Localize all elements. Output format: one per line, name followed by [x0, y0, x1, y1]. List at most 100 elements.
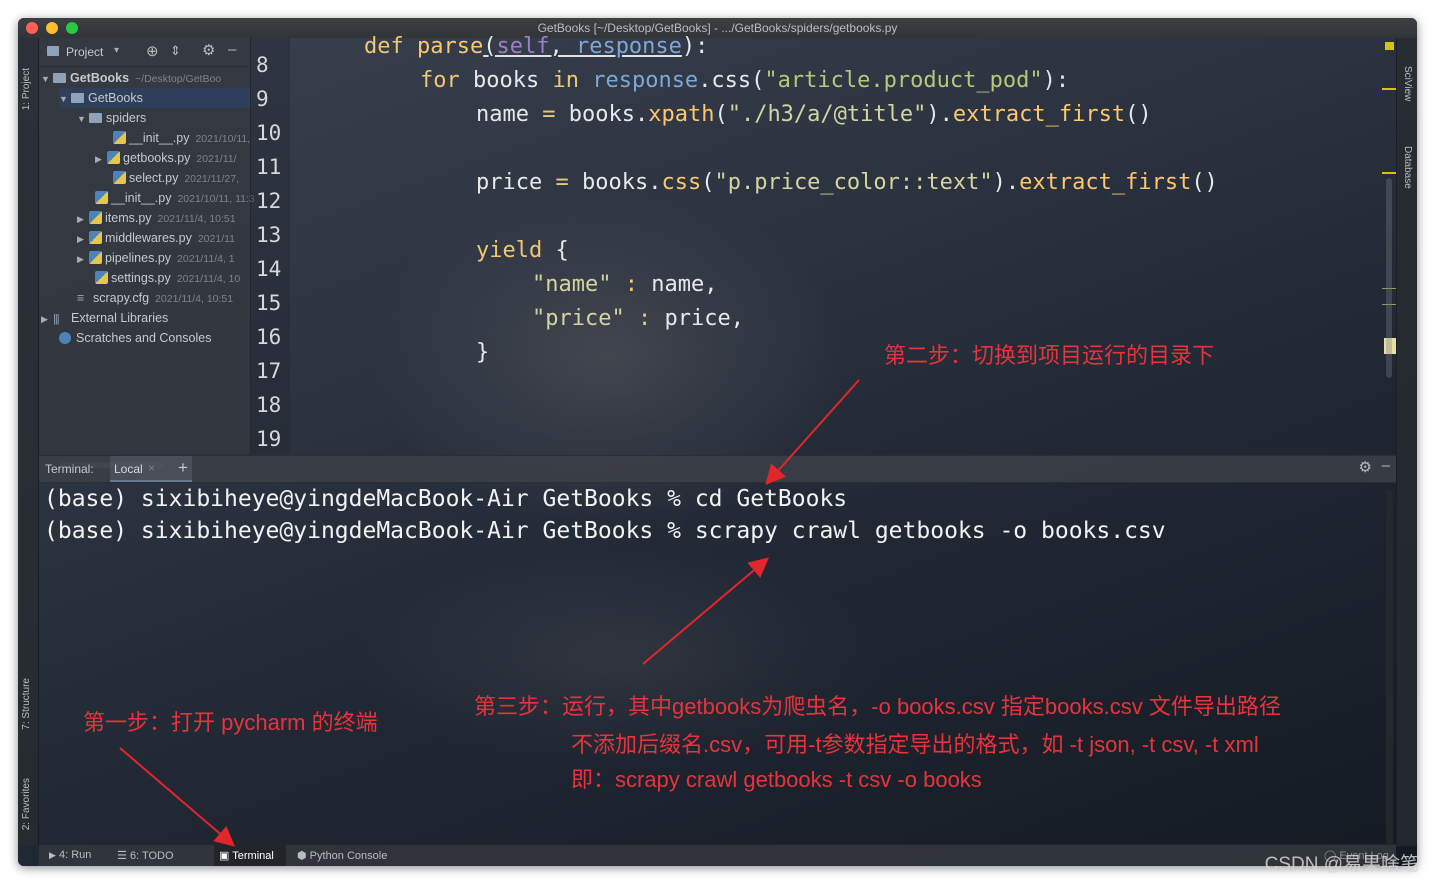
code-line-9[interactable]: for books in response.css("article.produ… [420, 68, 1069, 93]
python-file-icon [107, 151, 120, 164]
tree-file[interactable]: settings.py 2021/11/4, 10 [95, 268, 240, 288]
tree-folder-spiders[interactable]: ▼ spiders [77, 108, 146, 128]
chevron-right-icon[interactable]: ▶ [95, 149, 107, 169]
python-file-icon [95, 271, 108, 284]
close-icon[interactable]: × [148, 461, 155, 475]
tool-tab-todo[interactable]: ☰ 6: TODO [117, 849, 174, 862]
tree-file[interactable]: ≡ scrapy.cfg 2021/11/4, 10:51 [77, 288, 233, 308]
code-line-10[interactable]: name = books.xpath("./h3/a/@title").extr… [476, 102, 1152, 127]
chevron-right-icon[interactable]: ▶ [41, 309, 53, 329]
analysis-status-marker[interactable] [1385, 42, 1394, 50]
left-tool-strip: 1: Project 7: Structure 2: Favorites [18, 38, 39, 846]
tree-file[interactable]: ▶ middlewares.py 2021/11 [77, 228, 235, 248]
chevron-down-icon[interactable]: ▼ [59, 89, 71, 109]
tree-folder-getbooks[interactable]: ▼ GetBooks [59, 88, 250, 108]
code-token: def [364, 34, 417, 59]
tree-file-meta: 2021/11/27, [184, 173, 240, 185]
tree-file-meta: 2021/11 [197, 233, 236, 245]
project-pane: Project ▾ ⊕ ⇕ ⚙ – ▼ GetBooks ~/Desktop/Get… [39, 38, 255, 468]
code-token: extract_first [1019, 170, 1192, 195]
tree-file-meta: 2021/11/4, 10 [176, 273, 241, 285]
code-token: css [661, 170, 702, 195]
chevron-right-icon[interactable]: ▶ [77, 229, 89, 249]
tool-tab-label: 6: TODO [129, 850, 174, 862]
line-number: 11 [256, 155, 282, 179]
error-stripe-mark[interactable] [1382, 172, 1396, 174]
tree-file[interactable]: ▶ pipelines.py 2021/11/4, 1 [77, 248, 235, 268]
window-title: GetBooks [~/Desktop/GetBooks] - .../GetB… [537, 21, 898, 35]
tree-root[interactable]: ▼ GetBooks ~/Desktop/GetBoo [41, 68, 221, 88]
code-line-8[interactable]: def parse(self, response): [364, 34, 708, 59]
code-line-17[interactable]: } [476, 340, 489, 365]
add-terminal-button[interactable]: + [178, 458, 188, 478]
line-number: 13 [256, 223, 282, 247]
project-view-selector[interactable]: Project [66, 45, 103, 59]
chevron-down-icon[interactable]: ▼ [41, 69, 53, 89]
line-number: 9 [256, 87, 269, 111]
code-line-16[interactable]: "price" : price, [532, 306, 744, 331]
hide-panel-icon[interactable]: – [228, 41, 236, 58]
error-stripe-mark[interactable] [1382, 88, 1396, 90]
terminal-icon: ▣ [219, 850, 230, 862]
python-file-icon [95, 191, 108, 204]
gear-icon[interactable]: ⚙ [202, 41, 215, 59]
code-line-14[interactable]: yield { [476, 238, 569, 263]
tab-favorites[interactable]: 2: Favorites [21, 778, 32, 830]
code-token: = [542, 102, 569, 127]
code-token: books. [581, 170, 662, 195]
chevron-down-icon[interactable]: ▼ [77, 109, 89, 129]
tab-project[interactable]: 1: Project [21, 68, 32, 110]
code-token: } [476, 340, 490, 365]
chevron-right-icon[interactable]: ▶ [77, 209, 89, 229]
tool-tab-python-console[interactable]: ⬢ Python Console [297, 849, 387, 862]
tree-file[interactable]: __init__.py 2021/10/11, [113, 128, 250, 148]
tree-external-libraries[interactable]: ▶ ||| External Libraries [41, 308, 168, 328]
chevron-right-icon[interactable]: ▶ [77, 249, 89, 269]
code-token: in [552, 68, 593, 93]
code-token: name, [651, 272, 718, 297]
tab-database[interactable]: Database [1402, 146, 1413, 189]
tree-folder-label: spiders [106, 111, 147, 125]
terminal-header: Terminal: Local × + ⚙ – [39, 455, 1396, 483]
chevron-down-icon[interactable]: ▾ [114, 45, 119, 56]
line-number: 10 [256, 121, 282, 145]
python-file-icon [113, 131, 126, 144]
tree-file-meta: 2021/11/4, 1 [177, 253, 235, 265]
hide-panel-icon[interactable]: – [1382, 457, 1390, 474]
tree-item-label: Scratches and Consoles [76, 331, 212, 345]
project-folder-icon [47, 46, 59, 56]
code-line-12[interactable]: price = books.css("p.price_color::text")… [476, 170, 1218, 195]
code-token: ). [926, 102, 953, 127]
tree-file[interactable]: __init__.py 2021/10/11, 11:3 [95, 188, 255, 208]
bottom-tool-bar: ▶ 4: Run ☰ 6: TODO ▣ Terminal ⬢ Python C… [39, 844, 1396, 866]
tree-file-meta: 2021/10/11, 11:3 [177, 193, 255, 205]
code-token: "./h3/a/@title" [727, 102, 927, 127]
tree-item-label: External Libraries [71, 311, 169, 325]
tree-file[interactable]: select.py 2021/11/27, [113, 168, 239, 188]
tab-sciview[interactable]: SciView [1402, 66, 1413, 101]
code-token: "price" [532, 306, 638, 331]
terminal-scrollbar[interactable] [1386, 490, 1393, 844]
tree-scratches[interactable]: Scratches and Consoles [59, 328, 212, 348]
tree-file-name: middlewares.py [105, 231, 192, 245]
terminal-line[interactable]: (base) sixibiheye@yingdeMacBook-Air GetB… [44, 486, 847, 512]
tree-file-meta: 2021/11/4, 10:51 [157, 213, 236, 225]
line-number: 15 [256, 291, 282, 315]
tree-file-name: settings.py [111, 271, 171, 285]
code-token: response [575, 34, 682, 59]
collapse-all-icon[interactable]: ⇕ [170, 43, 181, 59]
code-token: extract_first [952, 102, 1126, 127]
editor-scrollbar[interactable] [1386, 178, 1392, 378]
gear-icon[interactable]: ⚙ [1359, 458, 1372, 476]
code-line-15[interactable]: "name" : name, [532, 272, 717, 297]
tree-file[interactable]: ▶ getbooks.py 2021/11/ [95, 148, 237, 168]
terminal-line[interactable]: (base) sixibiheye@yingdeMacBook-Air GetB… [44, 518, 1166, 544]
tool-tab-run[interactable]: ▶ 4: Run [49, 849, 91, 861]
tree-file[interactable]: ▶ items.py 2021/11/4, 10:51 [77, 208, 236, 228]
code-token: , [549, 34, 576, 59]
tab-structure[interactable]: 7: Structure [21, 678, 32, 730]
tool-tab-terminal[interactable]: ▣ Terminal [219, 849, 274, 862]
locate-icon[interactable]: ⊕ [146, 42, 159, 60]
tree-file-name: getbooks.py [123, 151, 191, 165]
tree-file-name: items.py [105, 211, 152, 225]
